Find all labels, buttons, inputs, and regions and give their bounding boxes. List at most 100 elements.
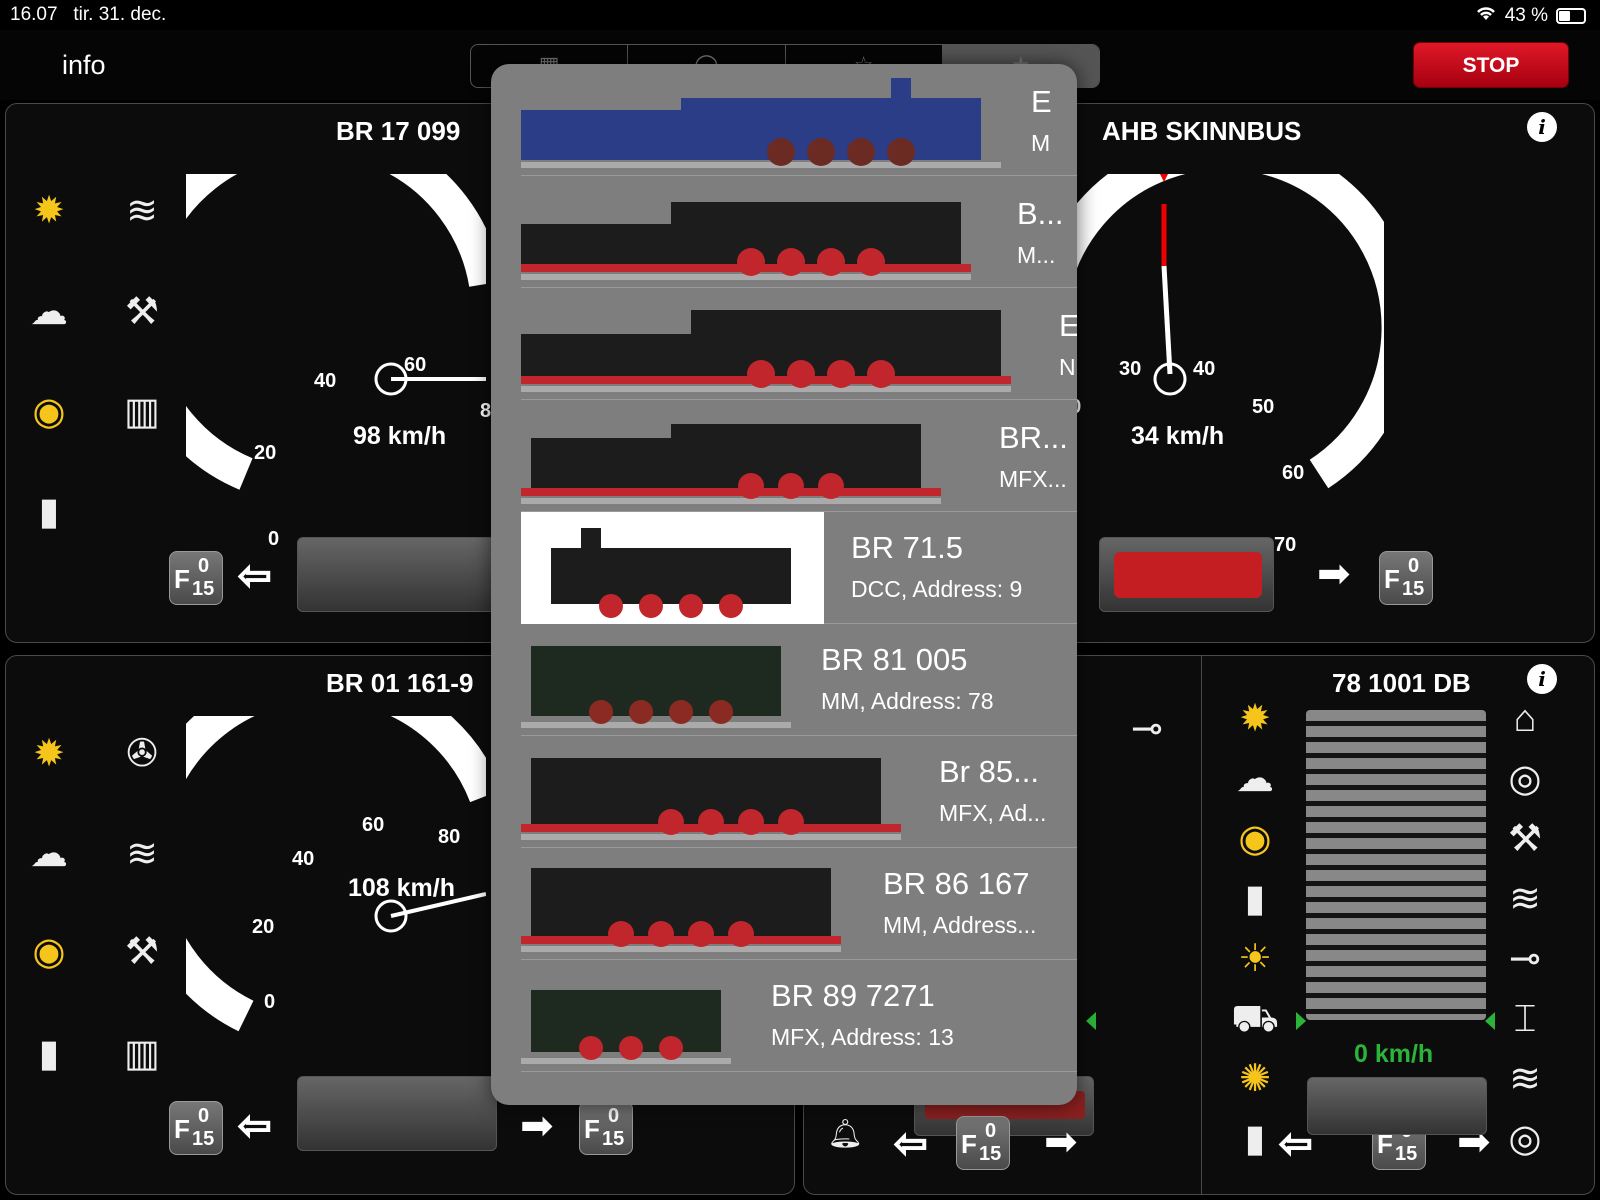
- tick-label: 40: [314, 370, 337, 392]
- direction-left-icon[interactable]: ⇦: [893, 1123, 928, 1165]
- loco-title: BR 81 005: [821, 642, 968, 677]
- lamp-icon[interactable]: ☀: [1224, 936, 1286, 982]
- loco-subtitle: DCC, Address: 9: [851, 576, 1023, 602]
- loco-thumbnail[interactable]: [297, 537, 497, 612]
- coal-shovel-icon[interactable]: ⚒: [111, 289, 173, 335]
- loco-list-item-selected[interactable]: BR 71.5 DCC, Address: 9: [521, 512, 1077, 624]
- coupler-icon[interactable]: ▮: [1224, 876, 1286, 922]
- panel-divider: [1201, 656, 1202, 1194]
- tick-label: 20: [254, 442, 277, 464]
- direction-left-icon[interactable]: ⇦: [237, 555, 272, 597]
- smoke-icon[interactable]: ☁: [1224, 756, 1286, 802]
- function-panel-button[interactable]: F015: [169, 1101, 223, 1155]
- tick-label: 60: [362, 814, 385, 836]
- bell-icon[interactable]: 🔔︎: [814, 1111, 876, 1157]
- loco-list-item[interactable]: BR 86 167 MM, Address...: [521, 848, 1077, 960]
- cab-light-icon[interactable]: ◉: [1224, 816, 1286, 862]
- loco-title: E: [1059, 308, 1077, 343]
- speed-readout: 34 km/h: [1131, 422, 1225, 450]
- function-panel-button[interactable]: F015: [579, 1101, 633, 1155]
- info-button[interactable]: info: [62, 50, 106, 81]
- loco-thumbnail[interactable]: [1307, 1077, 1487, 1135]
- status-bar: 16.07 tir. 31. dec. 43 %: [0, 0, 1600, 30]
- status-right: 43 %: [1475, 4, 1586, 28]
- direction-right-icon[interactable]: ➡: [520, 1106, 554, 1146]
- tick-label: 0: [264, 991, 276, 1013]
- vibration-icon[interactable]: ▥: [111, 1031, 173, 1077]
- loco-thumbnail[interactable]: [1099, 537, 1274, 612]
- direction-right-icon[interactable]: ➡: [1317, 554, 1351, 594]
- whistle-icon[interactable]: ⊸: [1116, 706, 1178, 752]
- loco-list-item[interactable]: E M: [521, 64, 1077, 176]
- bus-icon[interactable]: ⛟: [1224, 996, 1286, 1042]
- light-icon[interactable]: ✹: [18, 731, 80, 777]
- battery-icon: [1556, 8, 1586, 24]
- speed-readout: 98 km/h: [353, 422, 447, 450]
- horn-sound-icon[interactable]: ≋: [111, 188, 173, 234]
- direction-left-icon[interactable]: ⇦: [237, 1105, 272, 1147]
- loco-image: [521, 646, 791, 728]
- fan-sound-icon[interactable]: ✇: [111, 731, 173, 777]
- loco-thumbnail[interactable]: [297, 1076, 497, 1151]
- pump-sound-icon[interactable]: ≋: [1494, 876, 1556, 922]
- loco-title: BR 89 7271: [771, 978, 935, 1013]
- coupler-icon[interactable]: ▮: [18, 1031, 80, 1077]
- loco-list-item[interactable]: B... M...: [521, 176, 1077, 288]
- loco-image: [521, 310, 1011, 392]
- direction-right-icon[interactable]: ➡: [1044, 1122, 1078, 1162]
- tick-label: 30: [1119, 358, 1142, 380]
- coupler-icon[interactable]: ▮: [18, 489, 80, 535]
- tick-label: 60: [404, 354, 427, 376]
- firebox-icon[interactable]: ✺: [1224, 1056, 1286, 1102]
- function-panel-button[interactable]: F015: [956, 1116, 1010, 1170]
- info-icon[interactable]: i: [1527, 112, 1557, 142]
- smoke-icon[interactable]: ☁: [18, 831, 80, 877]
- loco-list-item[interactable]: BR 81 005 MM, Address: 78: [521, 624, 1077, 736]
- loco-name: BR 01 161-9: [326, 668, 474, 698]
- function-panel-button[interactable]: F015: [169, 551, 223, 605]
- whistle-icon[interactable]: ⊸: [1494, 936, 1556, 982]
- speedometer: [1054, 174, 1384, 489]
- tick-label: 20: [252, 916, 275, 938]
- coal-shovel-icon[interactable]: ⚒: [111, 929, 173, 975]
- sound-icon[interactable]: ◎: [1494, 756, 1556, 802]
- light-icon[interactable]: ✹: [18, 188, 80, 234]
- lantern-icon[interactable]: ⌂: [1494, 696, 1556, 742]
- status-time: 16.07: [10, 4, 58, 25]
- wifi-icon: [1475, 4, 1497, 28]
- loco-name: 78 1001 DB: [1332, 668, 1471, 698]
- loco-image: [521, 990, 731, 1064]
- loco-image: [521, 202, 971, 280]
- loco-image: [521, 868, 841, 952]
- speedometer: [186, 174, 486, 490]
- coupler-icon[interactable]: ▮: [1224, 1116, 1286, 1162]
- light-icon[interactable]: ✹: [1224, 696, 1286, 742]
- tick-label: 40: [292, 848, 315, 870]
- loco-title: Br 85...: [939, 754, 1039, 789]
- battery-percent: 43 %: [1504, 5, 1548, 26]
- brake-icon[interactable]: ⌶: [1494, 996, 1556, 1042]
- vibration-icon[interactable]: ▥: [111, 389, 173, 435]
- loco-image: [521, 424, 941, 504]
- function-panel-button[interactable]: F015: [1379, 551, 1433, 605]
- coal-shovel-icon[interactable]: ⚒: [1494, 816, 1556, 862]
- horn-sound-icon[interactable]: ≋: [1494, 1056, 1556, 1102]
- loco-title: BR...: [999, 420, 1068, 455]
- cab-light-icon[interactable]: ◉: [18, 929, 80, 975]
- loco-list-item[interactable]: E N: [521, 288, 1077, 400]
- loco-subtitle: N: [1059, 354, 1076, 380]
- status-date: tir. 31. dec.: [73, 4, 167, 25]
- stop-button[interactable]: STOP: [1413, 42, 1569, 88]
- smoke-icon[interactable]: ☁: [18, 289, 80, 335]
- sound-icon[interactable]: ◎: [1494, 1116, 1556, 1162]
- loco-list-item[interactable]: Br 85... MFX, Ad...: [521, 736, 1077, 848]
- loco-list-item[interactable]: BR... MFX...: [521, 400, 1077, 512]
- horn-sound-icon[interactable]: ≋: [111, 831, 173, 877]
- status-time-date: 16.07 tir. 31. dec.: [10, 4, 166, 26]
- loco-image: [521, 758, 901, 840]
- loco-list-item[interactable]: BR 89 7271 MFX, Address: 13: [521, 960, 1077, 1072]
- speed-slider[interactable]: [1306, 710, 1486, 1020]
- cab-light-icon[interactable]: ◉: [18, 389, 80, 435]
- loco-title: BR 86 167: [883, 866, 1030, 901]
- info-icon[interactable]: i: [1527, 664, 1557, 694]
